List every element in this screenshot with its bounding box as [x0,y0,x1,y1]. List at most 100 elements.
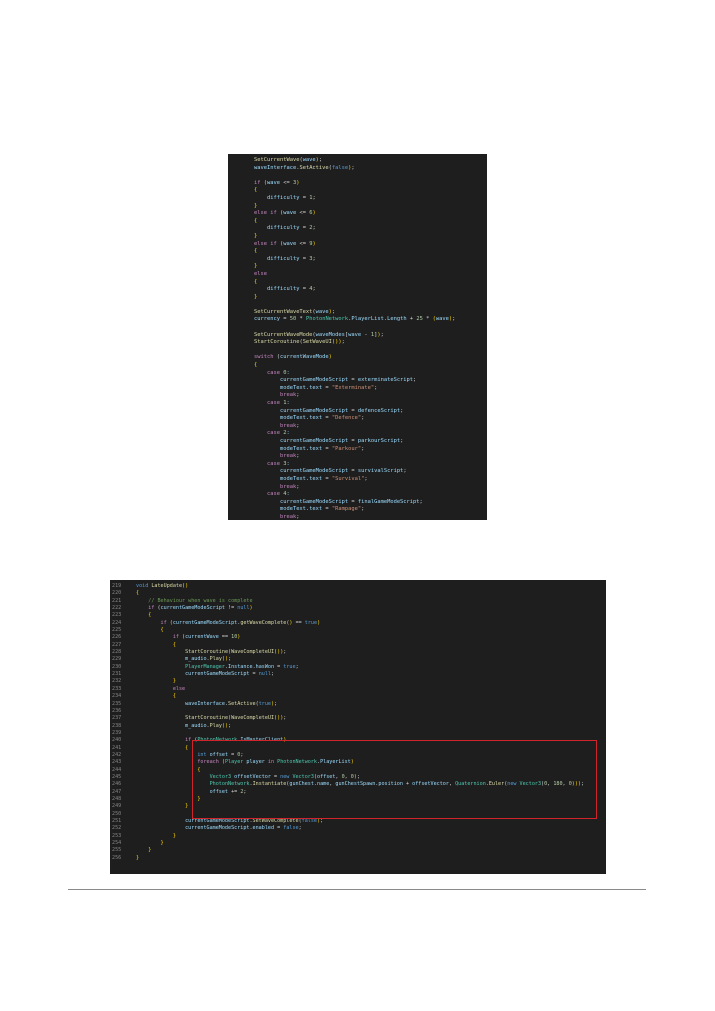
code-line: { [228,362,487,370]
code-text: break; [279,422,300,429]
code-line: else if (wave <= 9) [228,241,487,249]
code-line: 225 { [110,627,606,634]
code-text: } [172,678,176,685]
code-text: currentGameModeScript = exterminateScrip… [254,377,417,384]
code-text: { [197,766,201,773]
code-line: modeText.text = "Rampage"; [228,506,487,514]
line-number: 241 [112,744,122,751]
line-number: 247 [112,788,122,795]
code-text: { [136,590,140,597]
line-number: 219 [112,583,122,589]
line-number: 249 [112,803,122,810]
line-number: 248 [112,795,122,802]
code-line: 231 currentGameModeScript = null; [110,671,606,678]
line-number: 229 [112,656,122,663]
line-number: 234 [112,693,122,700]
line-number: 221 [112,597,122,604]
code-line: break; [228,514,487,520]
code-line: break; [228,453,487,461]
code-line: 219 void LateUpdate() [110,583,606,590]
code-line: 234 { [110,693,606,700]
code-line: modeText.text = "Exterminate"; [228,385,487,393]
code-screenshot-late-update: 219 void LateUpdate() 220 {221 // Behaviour… [110,580,606,874]
code-text: { [254,362,258,369]
line-number: 254 [112,840,122,847]
code-line: break; [228,484,487,492]
code-text: if (currentGameModeScript.getWaveComplet… [160,619,321,626]
code-text: } [254,263,258,270]
code-line: SetCurrentWaveMode(waveModes[wave - 1]); [228,332,487,340]
code-line: difficulty = 2; [228,225,487,233]
code-line: 230 PlayerManager.Instance.hasWon = true… [110,664,606,671]
line-number: 253 [112,832,122,839]
code-line: StartCoroutine(SetWaveUI()); [228,339,487,347]
code-text: else [254,270,267,277]
code-text: currentGameModeScript = defenceScript; [254,407,404,414]
code-text: { [172,641,176,648]
code-text: case 3: [266,460,290,467]
code-line: { [228,187,487,195]
code-line: SetCurrentWave(wave); [228,157,487,165]
code-text: } [254,202,258,209]
code-text: } [185,803,189,810]
code-text: PlayerManager.Instance.hasWon = true; [185,663,299,670]
code-text: SetCurrentWaveMode(waveModes[wave - 1]); [254,331,384,338]
code-text: { [254,187,258,194]
line-number: 227 [112,641,122,648]
code-text: { [172,693,176,700]
line-number: 246 [112,781,122,788]
code-text: modeText.text = "Exterminate"; [254,384,378,391]
code-text: else [172,685,186,692]
code-text: m_audio.Play(); [136,656,232,663]
line-number: 242 [112,751,122,758]
line-number: 222 [112,605,122,612]
line-number: 226 [112,634,122,641]
code-text: } [197,795,201,802]
code-text: } [160,840,164,847]
code-line: case 4: [228,491,487,499]
code-line: case 2: [228,430,487,438]
code-text: modeText.text = "Rampage"; [254,506,365,513]
line-number: 243 [112,759,122,766]
code-text: else if (wave <= 9) [254,240,316,247]
code-text: } [148,847,152,854]
line-number: 239 [112,729,122,736]
code-text: else if (wave <= 6) [254,210,316,217]
code-line: 229 m_audio.Play(); [110,656,606,663]
code-line: } [228,263,487,271]
code-line: 251 currentGameModeScript.SetWaveComplet… [110,818,606,825]
code-text: if (currentWave == 10) [172,634,241,641]
code-line: 233 else [110,686,606,693]
code-text: currentGameModeScript = parkourScript; [254,437,404,444]
code-text: { [254,278,258,285]
code-text: break; [279,483,300,490]
code-line: currentGameModeScript = parkourScript; [228,438,487,446]
code-text: modeText.text = "Defence"; [254,415,365,422]
code-line: SetCurrentWaveText(wave); [228,309,487,317]
code-text: difficulty = 4; [254,286,316,293]
code-line: 226 if (currentWave == 10) [110,634,606,641]
code-line: else [228,271,487,279]
code-text: void LateUpdate() [136,583,189,589]
code-text: SetCurrentWave(wave); [254,157,323,163]
code-text: difficulty = 3; [254,255,316,262]
code-line: 223 { [110,612,606,619]
line-number: 235 [112,700,122,707]
code-line: } [228,294,487,302]
code-text: StartCoroutine(WaveCompleteUI()); [185,649,287,656]
code-line: currentGameModeScript = finalGameModeScr… [228,499,487,507]
code-text: break; [279,453,300,460]
code-line: 220 { [110,590,606,597]
code-text: { [254,248,258,255]
line-number: 252 [112,825,122,832]
code-line: case 1: [228,400,487,408]
code-line: } [228,233,487,241]
code-text: difficulty = 1; [254,194,316,201]
code-text: break; [279,392,300,399]
line-number: 232 [112,678,122,685]
code-text: { [160,627,164,634]
